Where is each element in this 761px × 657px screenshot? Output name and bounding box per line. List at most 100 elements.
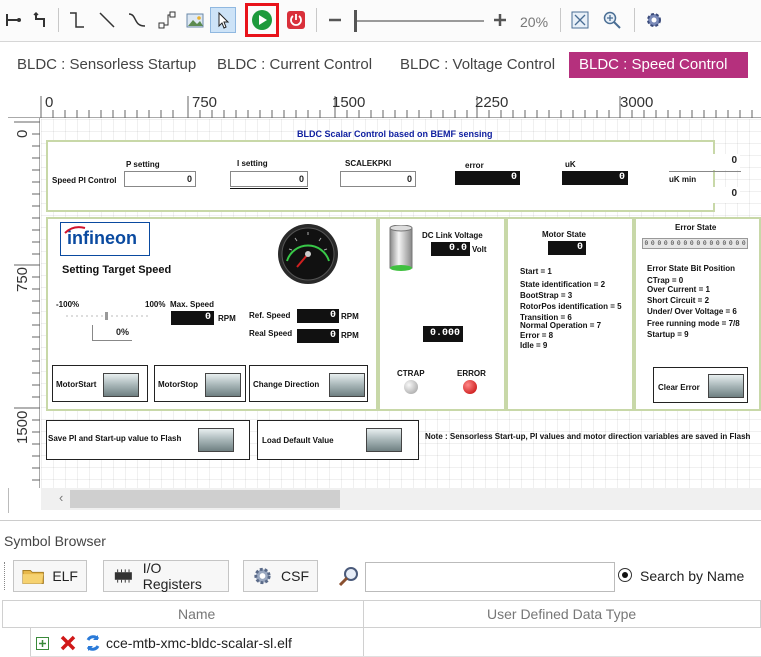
- branch-tool-icon[interactable]: [28, 7, 54, 33]
- motor-state-line: Error = 8: [520, 331, 554, 340]
- motor-stop-label: MotorStop: [158, 380, 198, 389]
- symbol-table-header: [2, 600, 761, 628]
- expand-icon[interactable]: [36, 637, 49, 650]
- tab-current-control[interactable]: BLDC : Current Control: [207, 52, 382, 78]
- image-tool-icon[interactable]: [182, 7, 208, 33]
- error-bit: 0: [741, 240, 746, 247]
- motor-state-line: Normal Operation = 7: [520, 321, 602, 330]
- p-setting-input[interactable]: 0: [124, 171, 196, 187]
- remove-icon[interactable]: [59, 634, 77, 652]
- real-speed-display: 0: [297, 329, 339, 343]
- motor-state-line: BootStrap = 3: [520, 291, 573, 300]
- settings-gear-icon[interactable]: [641, 7, 667, 33]
- zoom-slider-track[interactable]: [356, 20, 484, 22]
- error-state-line: Under/ Over Voltage = 6: [647, 307, 737, 316]
- pointer-tool-icon[interactable]: [210, 7, 236, 33]
- straight-line-icon[interactable]: [94, 7, 120, 33]
- uk-display: 0: [562, 171, 628, 185]
- setting-target-speed-title: Setting Target Speed: [62, 264, 172, 276]
- error-state-line: Short Circuit = 2: [647, 296, 710, 305]
- ruler-h-label: 3000: [620, 94, 654, 111]
- zoom-fit-icon[interactable]: [599, 7, 625, 33]
- csf-button[interactable]: CSF: [243, 560, 318, 592]
- run-button[interactable]: [245, 3, 279, 37]
- canvas-hscroll-thumb[interactable]: [70, 490, 340, 508]
- ref-speed-label: Ref. Speed: [249, 311, 291, 320]
- ctrap-label: CTRAP: [397, 369, 425, 378]
- search-by-name-radio[interactable]: [618, 568, 632, 582]
- search-by-name-label: Search by Name: [640, 568, 745, 584]
- vertical-ruler: 0 750 1500: [8, 118, 40, 488]
- chip-icon: [114, 569, 132, 583]
- fit-to-window-icon[interactable]: [567, 7, 593, 33]
- speed-slider[interactable]: [62, 310, 152, 320]
- connector-path-icon[interactable]: [154, 7, 180, 33]
- stop-button[interactable]: [283, 7, 309, 33]
- motor-start-button[interactable]: [103, 373, 139, 397]
- load-default-button[interactable]: [366, 428, 402, 452]
- scalekpki-input[interactable]: 0: [340, 171, 416, 187]
- zoom-out-icon[interactable]: [322, 7, 348, 33]
- infineon-logo: infineon: [60, 222, 150, 256]
- folder-icon: [22, 569, 44, 584]
- i-setting-label: I setting: [237, 159, 268, 168]
- csf-button-label: CSF: [281, 568, 309, 584]
- motor-start-label: MotorStart: [56, 380, 97, 389]
- error-state-line: Over Current = 1: [647, 285, 710, 294]
- curve-line-icon[interactable]: [124, 7, 150, 33]
- tab-speed-control[interactable]: BLDC : Speed Control: [569, 52, 748, 78]
- tab-sensorless-startup[interactable]: BLDC : Sensorless Startup: [7, 52, 206, 78]
- uk-min-display: 0: [669, 187, 740, 203]
- speedometer-gauge: [277, 223, 339, 285]
- motor-stop-button[interactable]: [205, 373, 241, 397]
- error-state-title: Error State: [675, 223, 717, 232]
- column-header-name[interactable]: Name: [178, 606, 215, 622]
- tab-voltage-control[interactable]: BLDC : Voltage Control: [390, 52, 565, 78]
- neg-100-label: -100%: [56, 300, 80, 309]
- io-registers-label: I/O Registers: [142, 560, 202, 592]
- elf-file-name: cce-mtb-xmc-bldc-scalar-sl.elf: [106, 635, 292, 651]
- column-header-type[interactable]: User Defined Data Type: [487, 606, 636, 622]
- dashboard-title: BLDC Scalar Control based on BEMF sensin…: [297, 129, 493, 139]
- search-icon[interactable]: [337, 565, 361, 589]
- io-registers-button[interactable]: I/O Registers: [103, 560, 229, 592]
- table-row[interactable]: cce-mtb-xmc-bldc-scalar-sl.elf: [30, 630, 761, 657]
- max-speed-display: 0: [171, 311, 214, 325]
- zoom-slider-thumb[interactable]: [354, 10, 357, 32]
- gear-icon: [254, 567, 271, 585]
- motor-state-title: Motor State: [542, 230, 586, 239]
- i-setting-input[interactable]: 0: [230, 171, 308, 187]
- connector-tool-icon[interactable]: [0, 7, 26, 33]
- error-led: [463, 380, 477, 394]
- error-state-line: Startup = 9: [647, 330, 689, 339]
- elf-button[interactable]: ELF: [13, 560, 87, 592]
- change-direction-label: Change Direction: [253, 380, 320, 389]
- volt-label: Volt: [472, 245, 487, 254]
- load-default-label: Load Default Value: [262, 436, 334, 445]
- step-line-icon[interactable]: [64, 7, 90, 33]
- save-flash-label: Save PI and Start-up value to Flash: [48, 434, 182, 443]
- flash-note: Note : Sensorless Start-up, PI values an…: [425, 432, 751, 441]
- change-direction-button[interactable]: [329, 373, 365, 397]
- ruler-h-label: 1500: [332, 94, 366, 111]
- uk-max-display: 0: [669, 154, 740, 170]
- error-label: error: [465, 161, 484, 170]
- zoom-in-icon[interactable]: [487, 7, 513, 33]
- error-state-line: Free running mode = 7/8: [647, 319, 740, 328]
- error-bit-bar: 0 0 0 0 0 0 0 0 0 0 0 0 0 0 0 0: [642, 238, 748, 249]
- ruler-h-label: 750: [192, 94, 218, 111]
- save-flash-button[interactable]: [198, 428, 234, 452]
- elf-button-label: ELF: [52, 568, 78, 584]
- dashboard-tabs: BLDC : Sensorless Startup BLDC : Current…: [0, 48, 761, 82]
- scroll-left-arrow-icon[interactable]: ‹: [59, 490, 63, 505]
- rpm-label-3: RPM: [341, 331, 359, 340]
- capacitor-icon: [388, 224, 414, 271]
- ref-speed-display: 0: [297, 309, 339, 323]
- dc-link-secondary-display: 0.000: [423, 326, 463, 342]
- symbol-search-input[interactable]: [365, 562, 615, 592]
- main-toolbar: 20%: [0, 0, 761, 42]
- motor-state-display: 0: [548, 241, 586, 255]
- reload-icon[interactable]: [83, 633, 103, 653]
- clear-error-button[interactable]: [708, 374, 744, 398]
- motor-state-line: Start = 1: [520, 267, 552, 276]
